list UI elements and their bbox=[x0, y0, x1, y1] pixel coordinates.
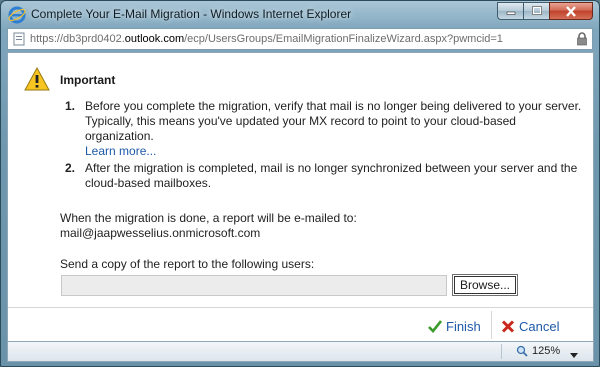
maximize-button[interactable] bbox=[523, 2, 549, 20]
close-icon bbox=[566, 5, 576, 17]
learn-more-link[interactable]: Learn more... bbox=[85, 144, 585, 159]
finish-button[interactable]: Finish bbox=[428, 317, 481, 335]
zoom-control[interactable]: 125% bbox=[516, 345, 560, 357]
item-text: Before you complete the migration, verif… bbox=[85, 99, 585, 159]
url-prefix: https://db3prd0402. bbox=[30, 33, 125, 45]
x-icon bbox=[501, 319, 515, 333]
browse-button[interactable]: Browse... bbox=[452, 274, 518, 296]
check-icon bbox=[428, 319, 442, 333]
report-label: When the migration is done, a report wil… bbox=[60, 211, 357, 225]
status-bar: 125% bbox=[7, 342, 594, 362]
maximize-icon bbox=[531, 6, 542, 15]
copy-label: Send a copy of the report to the followi… bbox=[60, 257, 315, 271]
item-line: Before you complete the migration, verif… bbox=[85, 99, 582, 113]
item-line: Typically, this means you've updated you… bbox=[85, 114, 516, 143]
finish-label: Finish bbox=[446, 318, 481, 334]
cancel-label: Cancel bbox=[519, 318, 560, 334]
lock-icon[interactable] bbox=[576, 32, 588, 49]
magnifier-icon bbox=[516, 345, 528, 357]
cancel-button[interactable]: Cancel bbox=[501, 317, 559, 335]
item-line: After the migration is completed, mail i… bbox=[85, 161, 578, 175]
page-icon bbox=[12, 32, 26, 49]
address-bar[interactable]: https://db3prd0402.outlook.com/ecp/Users… bbox=[7, 28, 593, 50]
warning-icon bbox=[24, 66, 50, 94]
footer-separator bbox=[491, 311, 492, 339]
dialog-content: Important 1. Before you complete the mig… bbox=[7, 52, 594, 342]
item-number: 1. bbox=[65, 99, 76, 113]
chevron-down-icon[interactable] bbox=[570, 349, 578, 361]
item-text: After the migration is completed, mail i… bbox=[85, 161, 585, 191]
minimize-button[interactable] bbox=[497, 2, 523, 20]
item-number: 2. bbox=[65, 161, 76, 175]
window-controls bbox=[497, 2, 593, 20]
copy-recipients-input[interactable] bbox=[61, 275, 447, 296]
browser-window: Complete Your E-Mail Migration - Windows… bbox=[0, 0, 600, 367]
ie-logo-icon bbox=[8, 6, 26, 24]
title-bar[interactable]: Complete Your E-Mail Migration - Windows… bbox=[1, 1, 599, 28]
url-path: /ecp/UsersGroups/EmailMigrationFinalizeW… bbox=[184, 33, 503, 45]
zoom-level: 125% bbox=[532, 345, 561, 357]
url-text: https://db3prd0402.outlook.com/ecp/Users… bbox=[30, 33, 503, 45]
url-domain: outlook.com bbox=[124, 33, 185, 45]
close-button[interactable] bbox=[549, 2, 593, 20]
status-separator bbox=[501, 344, 502, 359]
footer-divider bbox=[8, 307, 593, 308]
important-heading: Important bbox=[60, 73, 116, 87]
minimize-icon bbox=[506, 11, 515, 15]
window-title: Complete Your E-Mail Migration - Windows… bbox=[31, 7, 352, 21]
item-line: cloud-based mailboxes. bbox=[85, 176, 212, 190]
report-email: mail@jaapwesselius.onmicrosoft.com bbox=[60, 226, 261, 240]
